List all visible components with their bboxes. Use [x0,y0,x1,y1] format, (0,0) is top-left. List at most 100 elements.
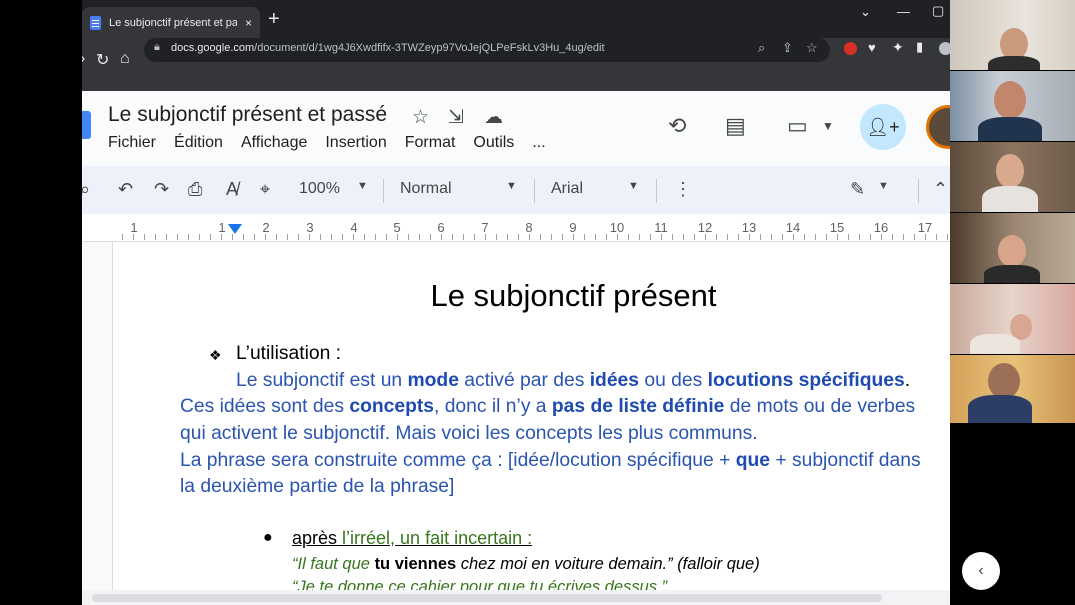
font-select[interactable]: Arial [551,180,583,198]
chevron-down-icon[interactable]: ▼ [357,180,368,192]
reload-icon[interactable]: ↻ [96,50,109,70]
ruler-label: 4 [350,220,358,235]
meet-camera-icon[interactable]: ▭ [787,113,808,139]
diamond-bullet-icon: ❖ [209,347,222,363]
bullet-item: après l’irréel, un fait incertain : [292,528,533,548]
avatar[interactable] [926,105,950,149]
browser-tab[interactable]: Le subjonctif présent et passé - × [82,7,260,38]
participant-video [950,284,1075,354]
document-canvas: Le subjonctif présent ❖ L’utilisation : … [82,242,950,590]
scrollbar-thumb[interactable] [92,594,882,602]
menu-insertion[interactable]: Insertion [325,134,386,152]
forward-icon[interactable]: › [82,50,85,68]
side-panel-toggle-button[interactable]: ‹ [962,552,1000,590]
ruler-label: 6 [437,220,445,235]
more-options-icon[interactable]: ⋮ [674,179,692,200]
ruler-label: 7 [481,220,489,235]
chevron-down-icon[interactable]: ▼ [822,119,834,133]
minimize-icon[interactable]: — [897,4,910,19]
participant-video [950,213,1075,283]
horizontal-scrollbar[interactable] [82,590,950,605]
folder-move-icon[interactable]: ⇲ [448,106,464,129]
home-icon[interactable]: ⌂ [120,50,130,68]
tab-close-icon[interactable]: × [245,16,252,30]
share-page-icon[interactable]: ⇪ [782,40,793,56]
chevron-down-icon[interactable]: ▼ [628,180,639,192]
extension-red-icon[interactable] [844,42,857,55]
star-icon[interactable]: ☆ [412,106,429,129]
maximize-icon[interactable]: ▢ [932,3,944,19]
paragraph-line: Le subjonctif est un mode activé par des… [236,370,911,391]
ruler-label: 5 [393,220,401,235]
edit-mode-icon[interactable]: ✎ [850,179,865,200]
menu-format[interactable]: Format [405,134,456,152]
ruler-label: 10 [609,220,625,235]
search-icon[interactable]: ⌕ [82,179,90,200]
ruler-label: 13 [741,220,757,235]
chevron-up-icon[interactable]: ⌃ [933,179,948,200]
participant-video [950,142,1075,212]
address-bar-row: › ↻ ⌂ 🔒︎ docs.google.com/document/d/1wg4… [82,38,950,91]
menu-fichier[interactable]: Fichier [108,134,156,152]
new-tab-button[interactable]: + [268,9,280,29]
chevron-down-icon[interactable]: ⌄ [860,4,871,20]
document-page[interactable]: Le subjonctif présent ❖ L’utilisation : … [112,242,950,590]
screen: Le subjonctif présent et passé - × + ⌄ —… [0,0,1075,605]
comments-icon[interactable]: ▤ [725,113,746,139]
menu-edition[interactable]: Édition [174,134,223,152]
ruler-label: 14 [785,220,801,235]
redo-icon[interactable]: ↷ [154,179,169,200]
indent-marker[interactable] [228,224,242,234]
ruler-label: 17 [917,220,933,235]
toolbar-divider [656,179,657,203]
extensions-puzzle-icon[interactable]: ✦ [892,39,904,56]
example-sentence: “Je te donne ce cahier pour que tu écriv… [292,578,668,590]
share-button[interactable]: 👤︎+ [860,104,906,150]
undo-icon[interactable]: ↶ [118,179,133,200]
ruler-label: 2 [262,220,270,235]
section-label: L’utilisation : [236,343,342,364]
ruler-label: 16 [873,220,889,235]
extension-icon[interactable]: ♥ [868,40,876,55]
tab-bar: Le subjonctif présent et passé - × + ⌄ —… [82,0,950,38]
participant-video [950,355,1075,423]
ruler-ticks [122,234,950,240]
lock-icon[interactable]: 🔒︎ [154,41,160,54]
participant-video [950,71,1075,141]
document-title[interactable]: Le subjonctif présent et passé [108,103,387,127]
ruler-label: 8 [525,220,533,235]
cloud-saved-icon[interactable]: ☁ [484,106,503,129]
spellcheck-icon[interactable]: A̸ [226,179,238,200]
menu-more[interactable]: ... [532,134,545,152]
ruler-label: 12 [697,220,713,235]
ruler-label: 9 [569,220,577,235]
menu-outils[interactable]: Outils [473,134,514,152]
bookmark-star-icon[interactable]: ☆ [806,40,818,56]
zoom-select[interactable]: 100% [299,180,340,198]
format-toolbar: ⌕ ↶ ↷ ⎙ A̸ ⌖ 100% ▼ Normal ▼ Arial ▼ ⋮ ✎… [82,166,950,214]
chevron-left-icon: ‹ [978,562,984,579]
ruler-label: 11 [654,220,668,235]
toolbar-divider [534,179,535,203]
paragraph-line: la deuxième partie de la phrase] [180,476,455,497]
participant-video [950,0,1075,70]
ruler[interactable]: 1 1 2 3 4 5 6 7 8 9 10 11 12 13 14 15 16… [82,214,950,242]
paint-format-icon[interactable]: ⌖ [260,179,270,200]
tab-title: Le subjonctif présent et passé - [109,16,237,29]
chevron-down-icon[interactable]: ▼ [506,180,517,192]
zoom-icon[interactable]: ⌕ [758,40,765,56]
docs-logo-icon[interactable] [82,111,91,139]
profile-avatar[interactable] [939,42,950,55]
print-icon[interactable]: ⎙ [188,179,202,200]
browser-window: Le subjonctif présent et passé - × + ⌄ —… [82,0,950,605]
paragraph-line: qui activent le subjonctif. Mais voici l… [180,423,758,444]
sidepanel-icon[interactable]: ▮ [916,39,923,55]
docs-header: Le subjonctif présent et passé ☆ ⇲ ☁ Fic… [82,91,950,166]
omnibox[interactable]: 🔒︎ docs.google.com/document/d/1wg4J6Xwdf… [144,38,830,62]
history-icon[interactable]: ⟲ [668,113,686,139]
style-select[interactable]: Normal [400,180,452,198]
chevron-down-icon[interactable]: ▼ [878,180,889,192]
toolbar-divider [918,179,919,203]
menu-affichage[interactable]: Affichage [241,134,307,152]
docs-favicon-icon [90,15,101,30]
